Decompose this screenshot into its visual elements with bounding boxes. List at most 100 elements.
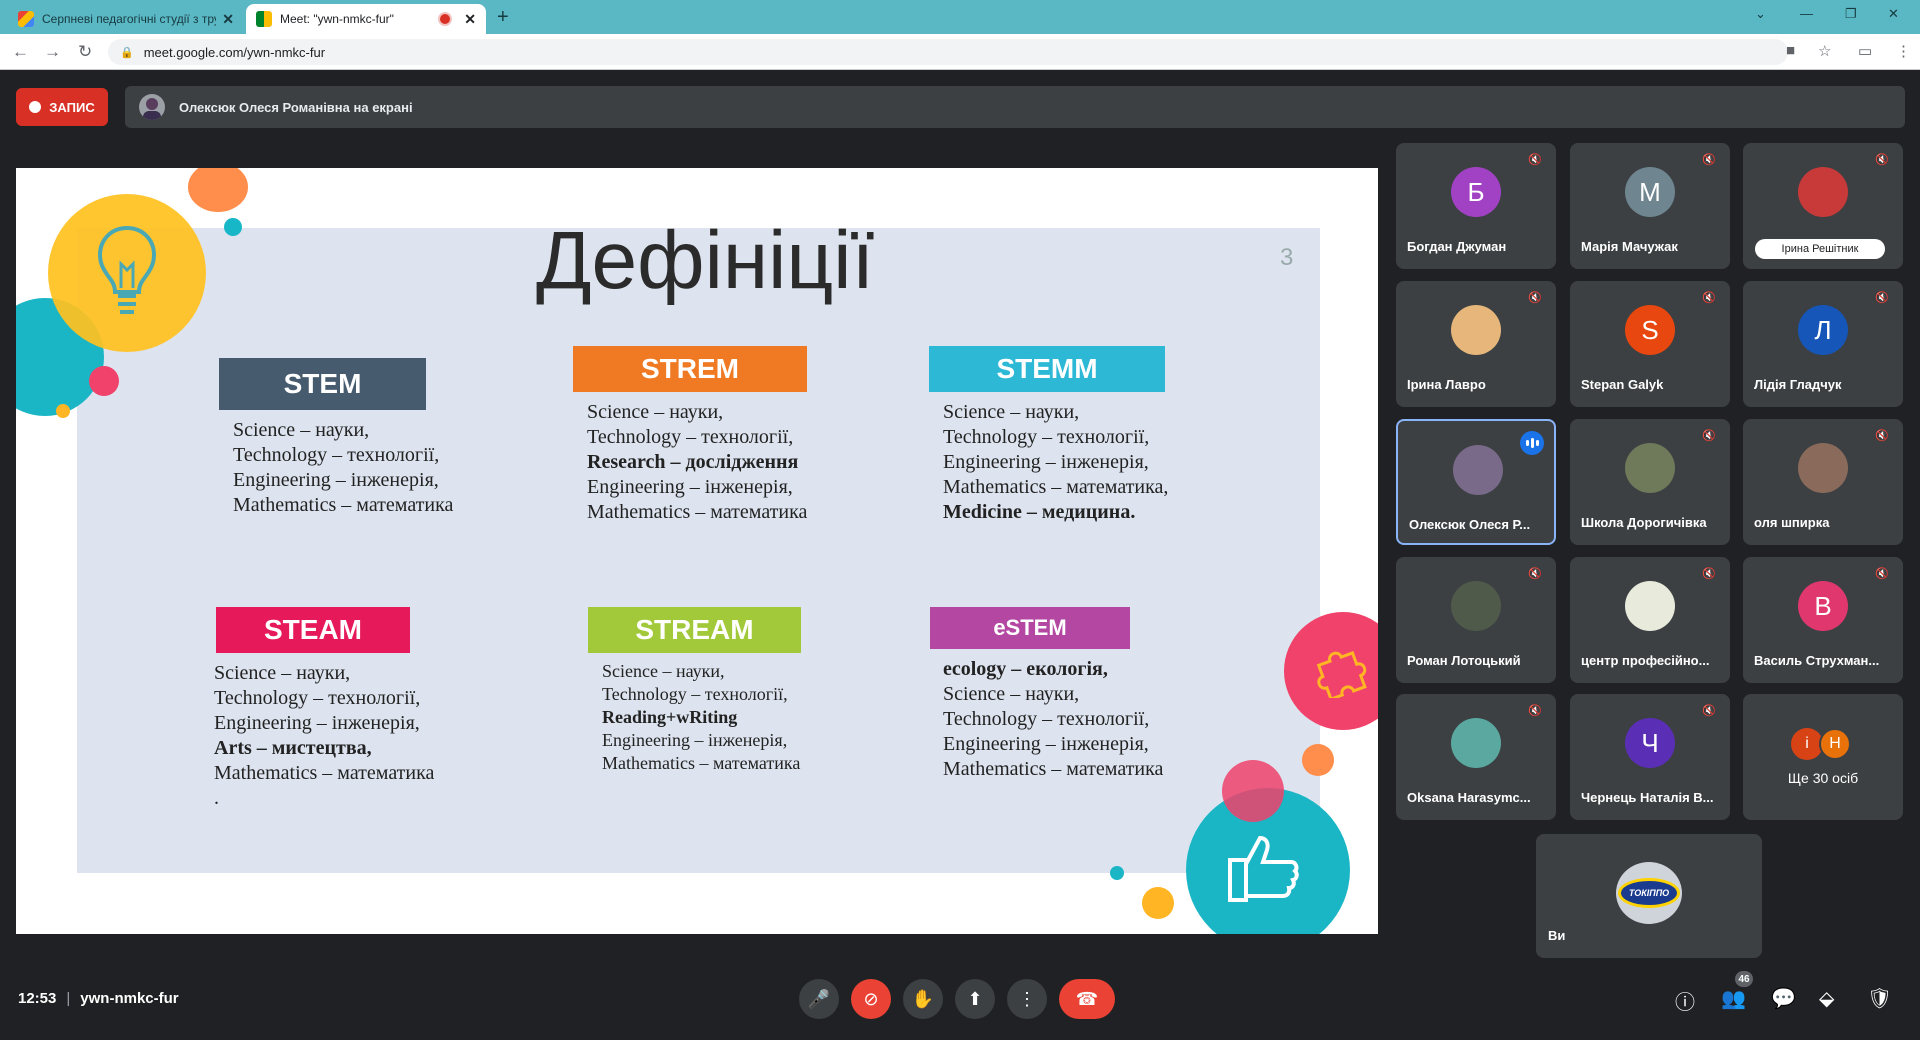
back-icon[interactable]: ← bbox=[12, 42, 29, 62]
host-controls-icon[interactable]: 🛡 bbox=[1867, 986, 1892, 1011]
mic-off-icon: 🔇 bbox=[1702, 430, 1716, 442]
avatar: Б bbox=[1451, 167, 1501, 217]
mic-off-icon: 🔇 bbox=[1875, 568, 1889, 580]
more-participants-tile[interactable]: і Н Ще 30 осіб bbox=[1743, 694, 1903, 820]
participant-tile[interactable]: М Марія Мачужак 🔇 bbox=[1570, 143, 1730, 269]
close-tab-icon[interactable]: ✕ bbox=[222, 11, 234, 28]
presentation-bar: Олексюк Олеся Романівна на екрані bbox=[125, 86, 1905, 128]
decor-circle bbox=[1302, 744, 1334, 776]
participant-tile[interactable]: Б Богдан Джуман 🔇 bbox=[1396, 143, 1556, 269]
definition-line: Mathematics – математика, bbox=[943, 476, 1169, 498]
info-icon[interactable]: ⓘ bbox=[1675, 986, 1695, 1015]
hand-icon: ✋ bbox=[911, 988, 935, 1009]
slide-title: Дефініції bbox=[536, 215, 875, 306]
mic-off-icon: 🔇 bbox=[1702, 154, 1716, 166]
definition-line: Science – науки, bbox=[602, 661, 725, 681]
microphone-button[interactable]: 🎤 bbox=[799, 979, 839, 1019]
more-options-button[interactable]: ⋮ bbox=[1007, 979, 1047, 1019]
block-text-steam: Science – науки, Technology – технології,… bbox=[214, 661, 434, 811]
participant-tile[interactable]: Олексюк Олеся Р... bbox=[1396, 419, 1556, 545]
participant-name: оля шпирка bbox=[1754, 515, 1830, 530]
participant-tile[interactable]: Роман Лотоцький 🔇 bbox=[1396, 557, 1556, 683]
participant-tile[interactable]: Oksana Harasymc... 🔇 bbox=[1396, 694, 1556, 820]
decor-circle bbox=[56, 404, 70, 418]
url-text: meet.google.com/ywn-nmkc-fur bbox=[143, 44, 326, 60]
definition-line: Engineering – інженерія, bbox=[214, 712, 420, 734]
mic-off-icon: 🔇 bbox=[1528, 292, 1542, 304]
mic-off-icon: 🔇 bbox=[1702, 292, 1716, 304]
avatar bbox=[1625, 443, 1675, 493]
participant-tile[interactable]: Л Лідія Гладчук 🔇 bbox=[1743, 281, 1903, 407]
participant-tile[interactable]: Ірина Лавро 🔇 bbox=[1396, 281, 1556, 407]
slide-page-number: 3 bbox=[1280, 244, 1294, 271]
leave-call-button[interactable]: ☎ bbox=[1059, 979, 1115, 1019]
decor-circle bbox=[188, 168, 248, 212]
avatar bbox=[1798, 167, 1848, 217]
more-vert-icon: ⋮ bbox=[1018, 988, 1036, 1009]
definition-line: Reading+wRiting bbox=[602, 707, 738, 727]
divider: | bbox=[66, 990, 71, 1007]
tab-title: Meet: "ywn-nmkc-fur" bbox=[280, 12, 394, 26]
avatar: В bbox=[1798, 581, 1848, 631]
mic-off-icon: 🔇 bbox=[1528, 154, 1542, 166]
definition-line: Mathematics – математика bbox=[602, 753, 801, 773]
label-stem: STEM bbox=[219, 358, 426, 410]
microphone-icon: 🎤 bbox=[807, 988, 831, 1009]
definition-line: Engineering – інженерія, bbox=[233, 469, 439, 491]
participant-name: Роман Лотоцький bbox=[1407, 653, 1521, 668]
present-button[interactable]: ⬆ bbox=[955, 979, 995, 1019]
mic-off-icon: 🔇 bbox=[1875, 292, 1889, 304]
window-close-icon[interactable]: ✕ bbox=[1888, 6, 1899, 22]
forward-icon[interactable]: → bbox=[44, 42, 61, 62]
definition-line: Technology – технології, bbox=[943, 708, 1150, 730]
participant-tile[interactable]: В Василь Струхман... 🔇 bbox=[1743, 557, 1903, 683]
avatar: Н bbox=[1819, 728, 1851, 760]
raise-hand-button[interactable]: ✋ bbox=[903, 979, 943, 1019]
close-tab-icon[interactable]: ✕ bbox=[464, 11, 476, 28]
extension-icon[interactable]: ▭ bbox=[1858, 42, 1872, 60]
decor-circle bbox=[1142, 887, 1174, 919]
clock-time: 12:53 bbox=[18, 990, 57, 1007]
present-screen-icon: ⬆ bbox=[967, 988, 983, 1009]
definition-line: Mathematics – математика bbox=[233, 494, 454, 516]
maximize-icon[interactable]: ❐ bbox=[1845, 6, 1857, 22]
camera-icon[interactable]: ■ bbox=[1786, 42, 1795, 59]
definition-line: Technology – технології, bbox=[943, 426, 1150, 448]
recording-button[interactable]: ЗАПИС bbox=[16, 88, 108, 126]
chat-icon[interactable]: 💬 bbox=[1771, 986, 1796, 1011]
participant-name: центр професійно... bbox=[1581, 653, 1710, 668]
people-icon[interactable]: 👥 bbox=[1721, 986, 1746, 1011]
participant-tile[interactable]: Ч Чернець Наталія В... 🔇 bbox=[1570, 694, 1730, 820]
menu-icon[interactable]: ⋮ bbox=[1896, 42, 1911, 60]
block-text-stream: Science – науки, Technology – технології,… bbox=[602, 660, 800, 775]
participant-tile[interactable]: S Stepan Galyk 🔇 bbox=[1570, 281, 1730, 407]
tab-gmail[interactable]: Серпневі педагогічні студії з тру... ✕ bbox=[8, 4, 244, 34]
tab-search-icon[interactable]: ⌄ bbox=[1755, 6, 1766, 22]
self-name: Ви bbox=[1548, 928, 1566, 943]
self-tile[interactable]: ТОКІППО Ви bbox=[1536, 834, 1762, 958]
participant-tile[interactable]: Школа Дорогичівка 🔇 bbox=[1570, 419, 1730, 545]
participant-name: Oksana Harasymc... bbox=[1407, 790, 1531, 805]
definition-line: Technology – технології, bbox=[214, 687, 421, 709]
reload-icon[interactable]: ↻ bbox=[78, 42, 92, 62]
tab-meet[interactable]: Meet: "ywn-nmkc-fur" ✕ bbox=[246, 4, 486, 34]
participant-name: Олексюк Олеся Р... bbox=[1409, 517, 1531, 532]
activities-icon[interactable]: ⬙ bbox=[1819, 986, 1834, 1011]
label-strem: STREM bbox=[573, 346, 807, 392]
participant-tile[interactable]: центр професійно... 🔇 bbox=[1570, 557, 1730, 683]
camera-off-button[interactable]: ⊘ bbox=[851, 979, 891, 1019]
definition-line: Mathematics – математика bbox=[214, 762, 435, 784]
url-field[interactable]: 🔒 meet.google.com/ywn-nmkc-fur bbox=[108, 39, 1788, 65]
meeting-code: ywn-nmkc-fur bbox=[80, 990, 179, 1007]
mic-off-icon: 🔇 bbox=[1702, 705, 1716, 717]
definition-line: Engineering – інженерія, bbox=[943, 733, 1149, 755]
presenting-text: Олексюк Олеся Романівна на екрані bbox=[179, 99, 413, 115]
new-tab-button[interactable]: + bbox=[497, 6, 509, 29]
minimize-icon[interactable]: — bbox=[1800, 6, 1813, 21]
more-avatars: і Н bbox=[1791, 728, 1851, 760]
participant-tile[interactable]: Ірина Решітник 🔇 bbox=[1743, 143, 1903, 269]
label-stemm: STEMM bbox=[929, 346, 1165, 392]
definition-line: Mathematics – математика bbox=[943, 758, 1164, 780]
bookmark-star-icon[interactable]: ☆ bbox=[1818, 42, 1831, 60]
participant-tile[interactable]: оля шпирка 🔇 bbox=[1743, 419, 1903, 545]
